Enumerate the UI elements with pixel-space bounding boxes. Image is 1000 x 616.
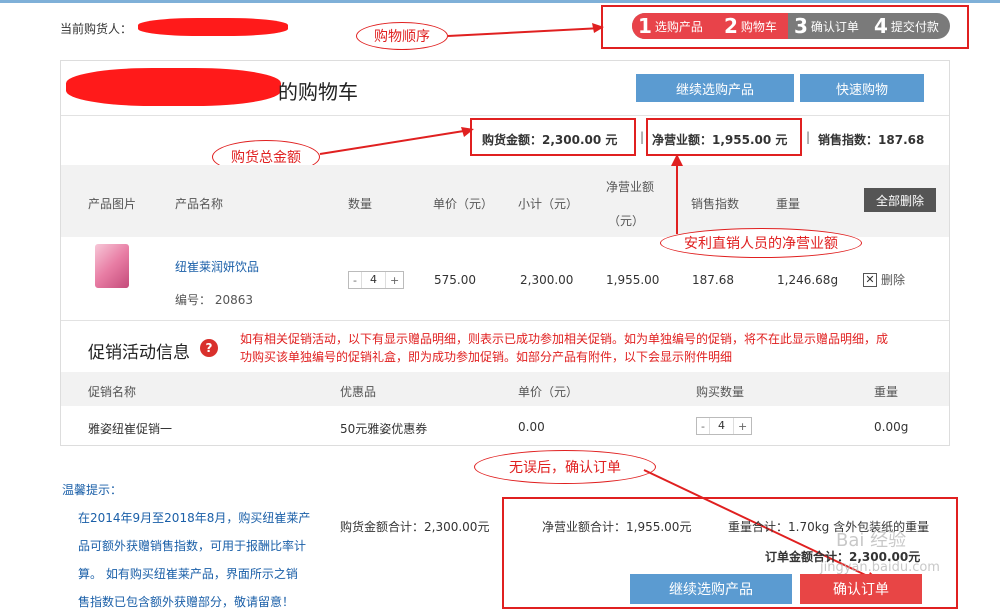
step-cart[interactable]: 2 购物车	[718, 13, 788, 39]
promo-quantity-value[interactable]: 4	[708, 418, 734, 434]
col-net: 净营业额	[606, 180, 655, 194]
separator: |	[806, 130, 811, 144]
promo-title: 促销活动信息	[88, 343, 190, 363]
annotation-confirm: 无误后，确认订单	[474, 450, 656, 484]
product-name-link[interactable]: 纽崔莱润妍饮品	[175, 258, 259, 275]
tips-line: 在2014年9月至2018年8月，购买纽崔莱产	[78, 511, 311, 525]
net-amount: 净营业额：1,955.00 元	[652, 133, 788, 147]
checkout-steps: 1 选购产品 2 购物车 3 确认订单 4 提交付款	[632, 13, 950, 39]
footer-net: 净营业额合计：1,955.00元	[542, 520, 692, 534]
minus-icon[interactable]: -	[697, 420, 709, 433]
cart-title: 的购物车	[278, 80, 358, 104]
promo-table-header	[61, 372, 949, 406]
promo-quantity-stepper[interactable]: - 4 +	[696, 417, 753, 435]
promo-col-name: 促销名称	[88, 385, 137, 399]
col-weight: 重量	[776, 197, 801, 211]
watermark-brand: Bai 经验	[836, 530, 907, 551]
continue-shopping-button[interactable]: 继续选购产品	[636, 74, 794, 102]
annotation-net: 安利直销人员的净营业额	[660, 228, 862, 258]
tips-line: 算。 如有购买纽崔莱产品，界面所示之销	[78, 567, 298, 581]
total-amount: 购货金额：2,300.00 元	[482, 133, 618, 147]
quantity-stepper[interactable]: - 4 +	[348, 271, 405, 289]
col-sales: 销售指数	[691, 197, 740, 211]
annotation-order: 购物顺序	[356, 22, 448, 50]
watermark-url: jingyan.baidu.com	[820, 560, 940, 575]
arrow-total	[319, 127, 474, 155]
promo-name: 雅姿纽崔促销一	[88, 422, 173, 436]
product-code: 编号： 20863	[175, 293, 253, 307]
promo-col-gift: 优惠品	[340, 385, 377, 399]
col-net-unit: （元）	[608, 214, 645, 228]
tips-line: 品可额外获赠销售指数，可用于报酬比率计	[78, 539, 307, 553]
product-image[interactable]	[95, 244, 129, 288]
item-weight: 1,246.68g	[777, 273, 839, 287]
top-accent-line	[0, 0, 1000, 3]
item-subtotal: 2,300.00	[520, 273, 574, 287]
step-payment[interactable]: 4 提交付款	[868, 13, 950, 39]
plus-icon[interactable]: +	[734, 420, 751, 433]
step-select-products[interactable]: 1 选购产品	[632, 13, 718, 39]
close-icon: ✕	[863, 272, 877, 287]
arrow-order	[447, 23, 604, 37]
help-icon[interactable]: ?	[200, 339, 218, 357]
promo-col-weight: 重量	[874, 385, 899, 399]
item-net: 1,955.00	[606, 273, 660, 287]
buyer-label: 当前购货人：	[60, 22, 133, 36]
delete-item-button[interactable]: ✕ 删除	[863, 271, 905, 288]
confirm-order-button[interactable]: 确认订单	[800, 574, 922, 604]
plus-icon[interactable]: +	[386, 274, 403, 287]
footer-total: 购货金额合计：2,300.00元	[340, 520, 490, 534]
col-qty: 数量	[348, 197, 373, 211]
quick-shop-button[interactable]: 快速购物	[800, 74, 924, 102]
redaction-mark-name	[66, 68, 281, 106]
redaction-mark	[138, 18, 288, 36]
step-confirm-order[interactable]: 3 确认订单	[788, 13, 868, 39]
item-price: 575.00	[434, 273, 476, 287]
promo-notice-line1: 如有相关促销活动，以下有显示赠品明细，则表示已成功参加相关促销。如为单独编号的促…	[240, 332, 889, 346]
footer-continue-button[interactable]: 继续选购产品	[630, 574, 792, 604]
sales-index: 销售指数：187.68	[818, 133, 925, 147]
delete-all-button[interactable]: 全部删除	[864, 188, 936, 212]
quantity-value[interactable]: 4	[360, 272, 386, 288]
promo-price: 0.00	[518, 420, 545, 434]
col-price: 单价（元）	[433, 197, 494, 211]
col-subtotal: 小计（元）	[518, 197, 579, 211]
minus-icon[interactable]: -	[349, 274, 361, 287]
item-sales: 187.68	[692, 273, 734, 287]
promo-col-price: 单价（元）	[518, 385, 579, 399]
arrow-net	[671, 154, 683, 234]
promo-col-qty: 购买数量	[696, 385, 745, 399]
divider	[61, 115, 949, 116]
tips-title: 温馨提示：	[62, 483, 123, 497]
separator: |	[640, 130, 645, 144]
promo-weight: 0.00g	[874, 420, 909, 434]
col-image: 产品图片	[88, 197, 137, 211]
promo-notice-line2: 功购买该单独编号的促销礼盒，即为成功参加促销。如部分产品有附件，以下会显示附件明…	[240, 350, 733, 364]
divider	[61, 320, 949, 321]
col-name: 产品名称	[175, 197, 224, 211]
promo-gift: 50元雅姿优惠券	[340, 422, 428, 436]
